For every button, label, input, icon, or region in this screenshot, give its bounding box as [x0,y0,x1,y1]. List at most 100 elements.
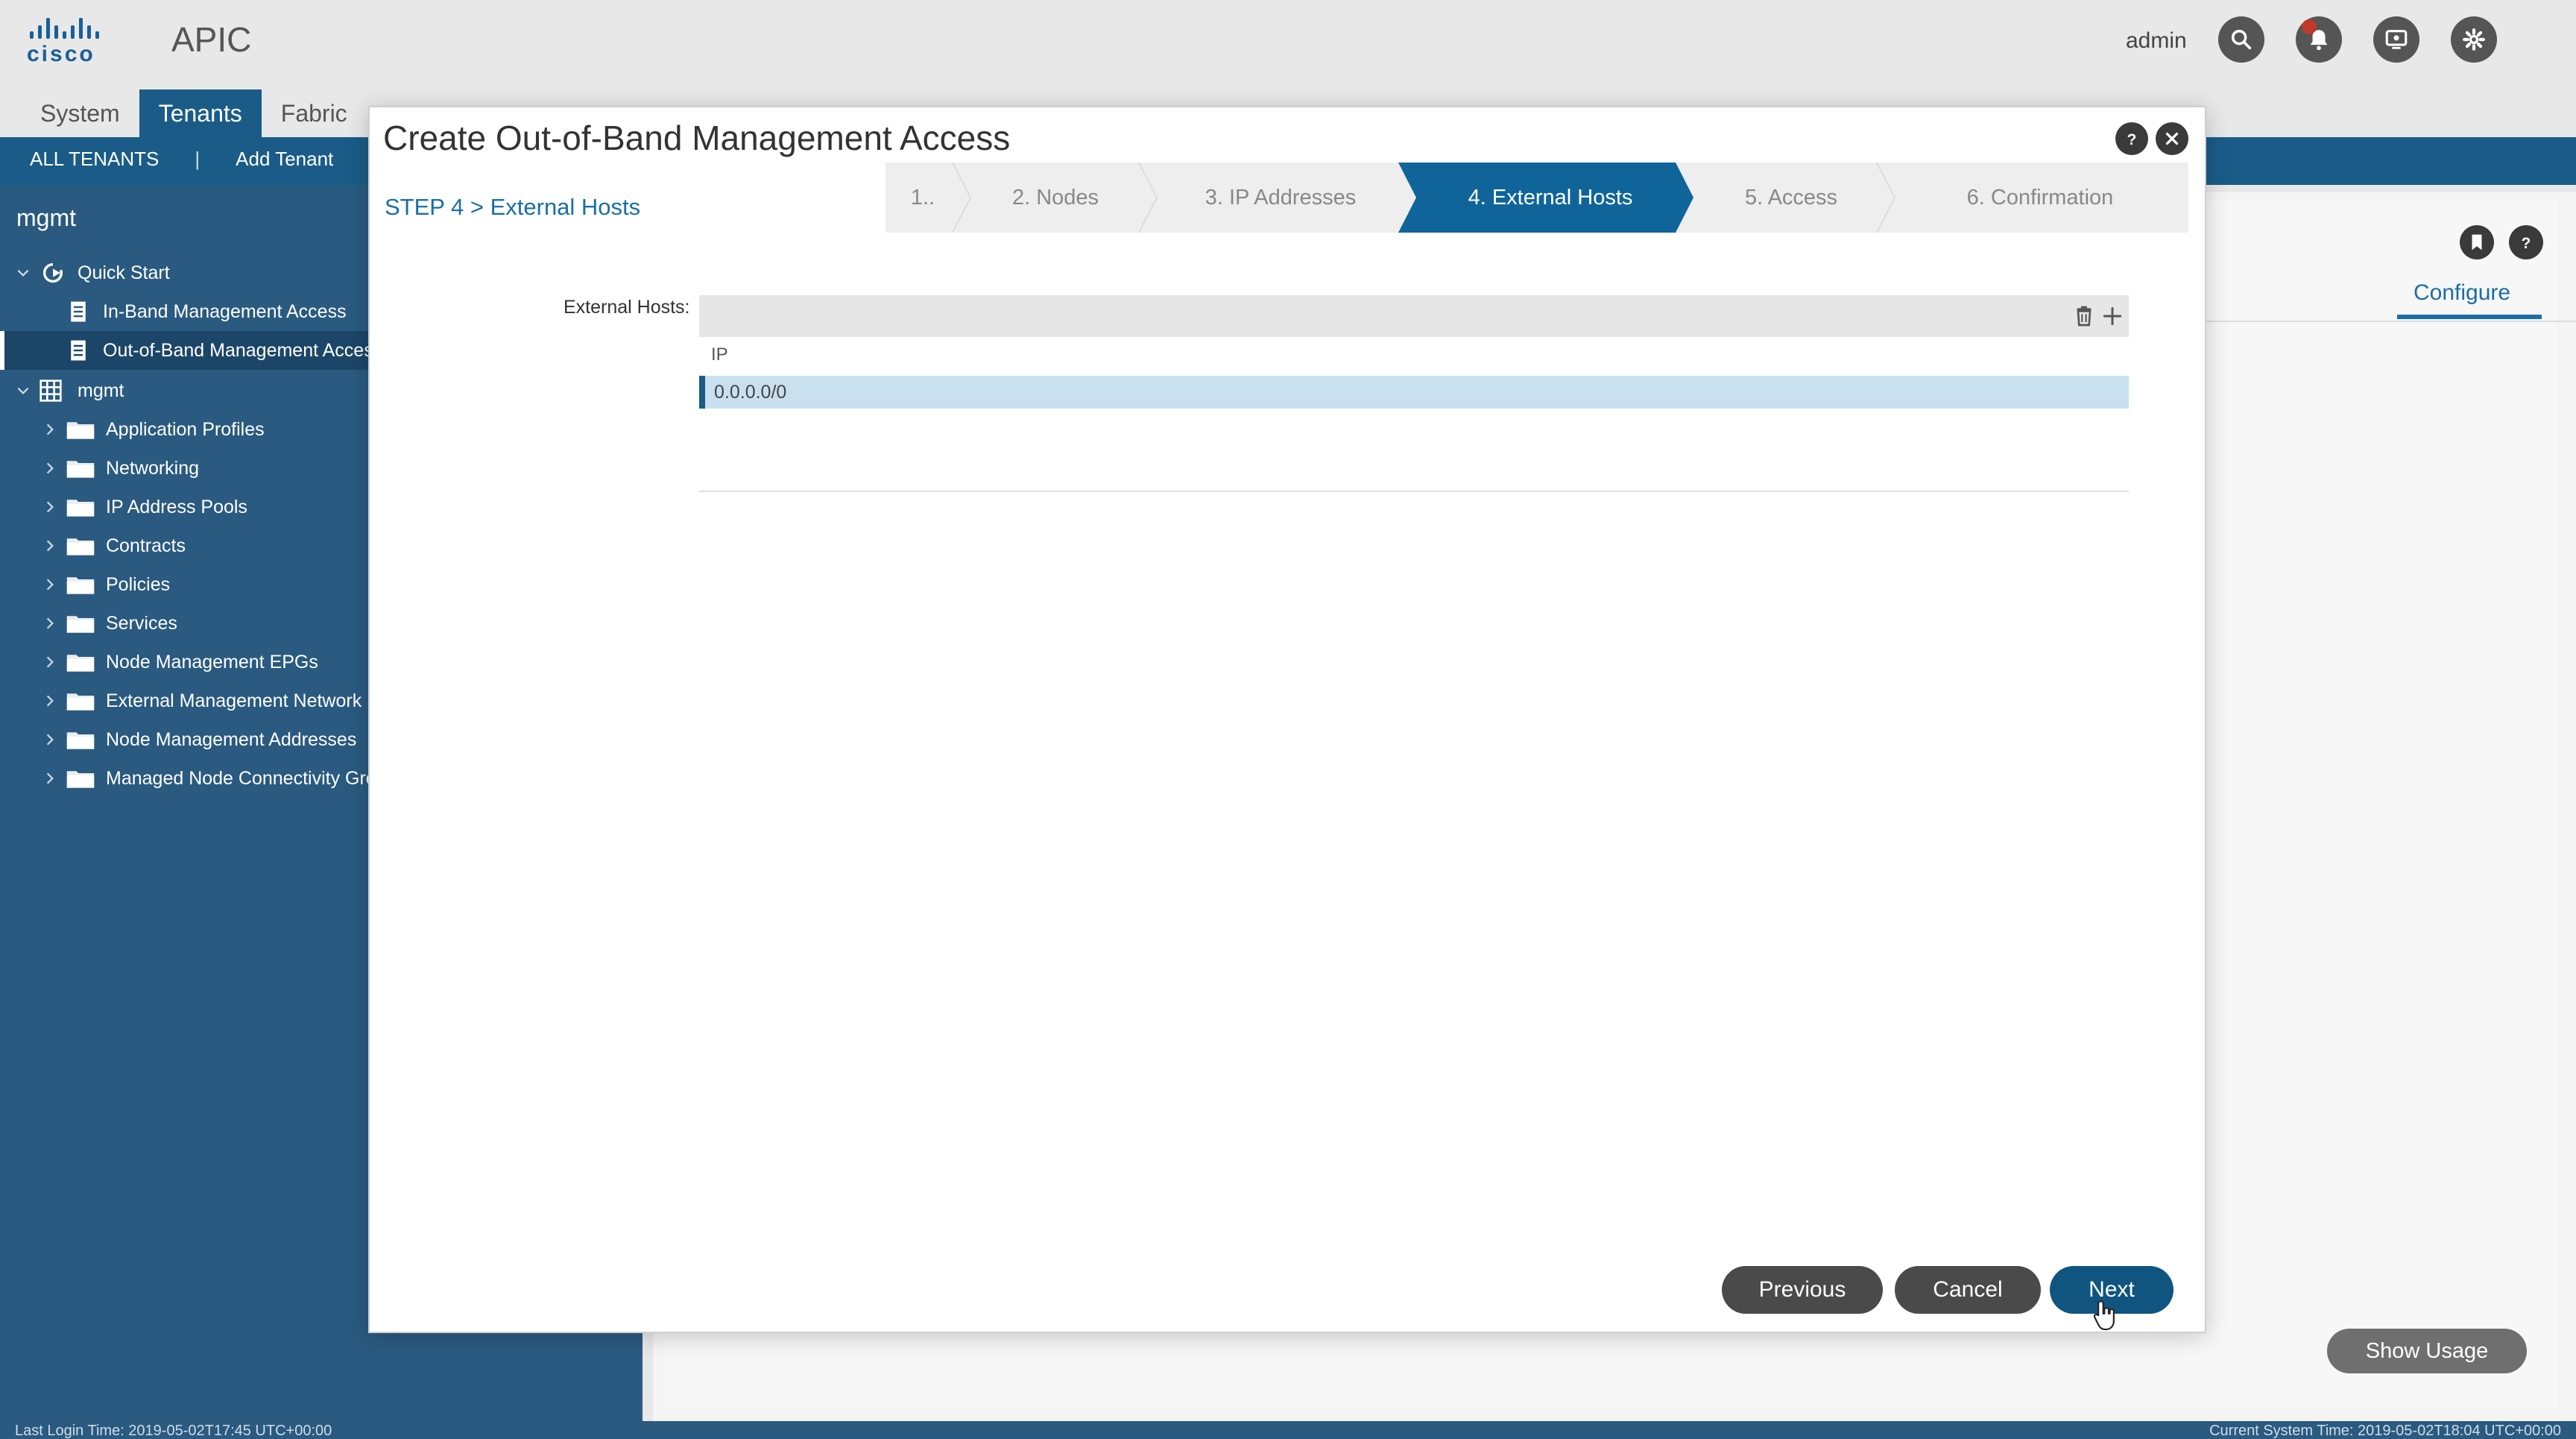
tree-item-label: Managed Node Connectivity Groups [106,767,407,789]
plus-icon [2103,306,2122,326]
sidebar-tenant-title: mgmt [16,204,76,231]
step-indicator: STEP 4 > External Hosts [385,194,641,220]
tree-item-label: Networking [106,457,200,479]
wizard-step-access[interactable]: 5. Access [1698,163,1884,233]
status-bar: Last Login Time: 2019-05-02T17:45 UTC+00… [0,1421,2576,1439]
user-menu[interactable]: admin [2126,28,2187,54]
wizard-step-confirmation[interactable]: 6. Confirmation [1895,163,2185,233]
mouse-cursor-icon [2093,1300,2115,1331]
wizard-step-1[interactable]: 1.. [886,163,960,233]
host-ip-cell: 0.0.0.0/0 [714,382,787,403]
quick-start-icon [42,262,63,283]
chevron-right-icon[interactable] [42,654,58,670]
chevron-down-icon[interactable] [15,265,31,281]
tree-item-label: Out-of-Band Management Access [103,339,383,361]
tenant-grid-icon [40,380,62,402]
tree-item-label: Quick Start [78,262,170,283]
main-tabs: System Tenants Fabric [21,89,367,137]
all-tenants-link[interactable]: ALL TENANTS [30,148,159,171]
show-usage-button[interactable]: Show Usage [2327,1329,2527,1373]
svg-text:?: ? [2127,131,2137,148]
content-divider [2206,321,2576,322]
tab-system[interactable]: System [21,89,139,137]
tree-item-label: mgmt [78,380,124,401]
alert-badge [2302,19,2317,34]
tree-item-label: IP Address Pools [106,496,247,517]
tree-item-label: Policies [106,573,171,595]
tab-configure[interactable]: Configure [2414,280,2510,306]
tree-item-label: Services [106,612,177,634]
document-icon [71,301,86,322]
create-oob-management-dialog: Create Out-of-Band Management Access ? S… [368,106,2206,1333]
tree-item-label: Contracts [106,535,186,556]
external-hosts-toolbar [699,295,2129,337]
current-system-time: Current System Time: 2019-05-02T18:04 UT… [2209,1423,2561,1439]
table-bottom-border [699,491,2129,492]
wizard-step-external-hosts[interactable]: 4. External Hosts [1416,163,1685,233]
dialog-title: Create Out-of-Band Management Access [383,119,1011,157]
search-button[interactable] [2218,16,2264,63]
chevron-right-icon[interactable] [42,576,58,593]
cisco-logo-bars [30,16,116,39]
help-icon: ? [2127,131,2137,148]
tree-item-label: Application Profiles [106,418,265,440]
trash-icon [2077,306,2092,327]
chevron-down-icon[interactable] [15,382,31,399]
chevron-right-icon[interactable] [42,421,58,438]
svg-text:?: ? [2522,235,2531,252]
settings-button[interactable] [2451,16,2497,63]
search-icon [2231,29,2252,50]
chevron-right-icon[interactable] [42,731,58,748]
tree-item-label: In-Band Management Access [103,300,347,322]
page-help-button[interactable]: ? [2509,225,2543,259]
app-title: APIC [171,20,252,59]
cisco-logo-text: cisco [27,42,95,66]
bookmark-button[interactable] [2460,225,2494,259]
add-host-button[interactable] [2099,303,2126,330]
tab-fabric[interactable]: Fabric [261,89,367,137]
wizard-step-ip-addresses[interactable]: 3. IP Addresses [1154,163,1407,233]
folder-icon [66,577,95,594]
help-icon: ? [2522,235,2531,252]
previous-button[interactable]: Previous [1722,1266,1883,1314]
cancel-button[interactable]: Cancel [1895,1266,2041,1314]
top-header: cisco APIC admin [0,0,2576,89]
chevron-right-icon[interactable] [42,460,58,476]
chevron-right-icon[interactable] [42,499,58,515]
tree-item-label: Node Management EPGs [106,651,318,673]
close-icon [2165,132,2179,145]
dialog-help-button[interactable]: ? [2115,122,2148,155]
external-hosts-label: External Hosts: [564,297,690,318]
chevron-right-icon[interactable] [42,538,58,554]
wizard-step-nodes[interactable]: 2. Nodes [966,163,1145,233]
folder-icon [66,655,95,672]
chevron-right-icon[interactable] [42,770,58,787]
bookmark-icon [2472,234,2482,251]
column-header-ip[interactable]: IP [711,344,728,365]
tab-configure-underline [2397,315,2542,319]
tree-item-label: Node Management Addresses [106,728,357,750]
add-tenant-link[interactable]: Add Tenant [236,148,333,171]
gear-icon [2463,28,2485,51]
chevron-right-icon[interactable] [42,693,58,709]
folder-icon [66,616,95,633]
folder-icon [66,538,95,555]
alerts-button[interactable] [2296,16,2342,63]
folder-icon [66,500,95,517]
delete-host-button[interactable] [2071,303,2097,330]
dialog-close-button[interactable] [2156,122,2188,155]
cisco-logo: cisco [27,16,116,69]
wizard-progress: 1.. 2. Nodes 3. IP Addresses 4. External… [886,163,2188,233]
monitor-icon [2385,30,2408,49]
chevron-right-icon[interactable] [42,615,58,632]
tab-tenants[interactable]: Tenants [139,89,262,137]
folder-icon [66,461,95,478]
folder-icon [66,771,95,788]
table-row[interactable]: 0.0.0.0/0 [699,376,2129,409]
monitor-button[interactable] [2373,16,2419,63]
folder-icon [66,422,95,439]
subnav-separator: | [195,148,201,170]
document-icon [71,340,86,361]
folder-icon [66,693,95,711]
folder-icon [66,732,95,749]
